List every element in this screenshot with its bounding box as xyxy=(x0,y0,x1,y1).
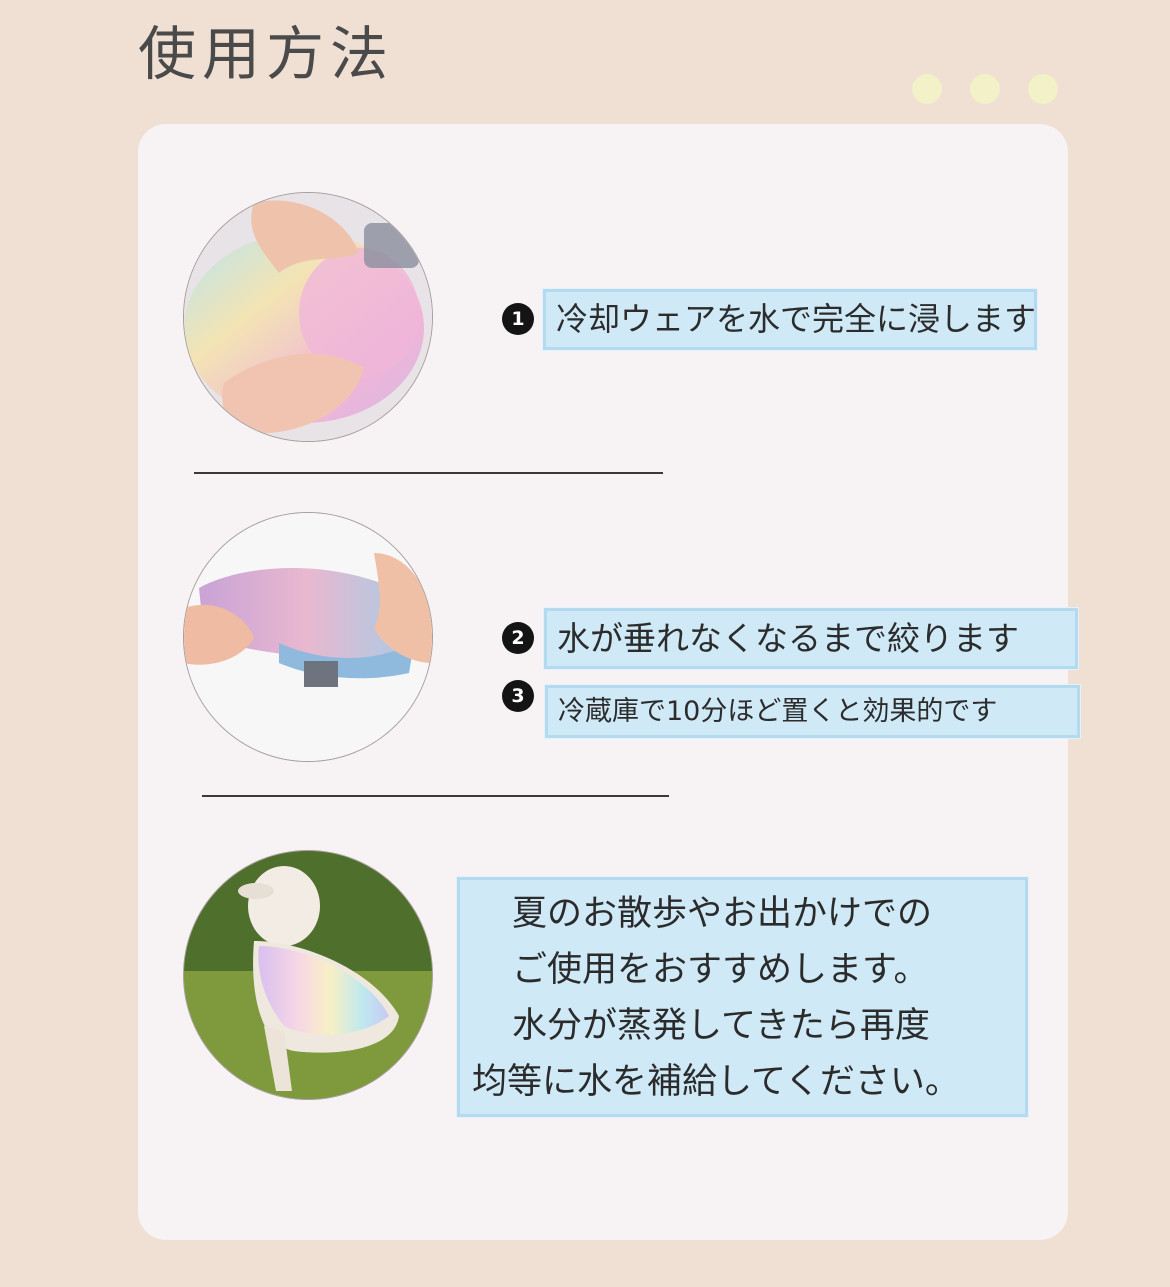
note-line: ご使用をおすすめします。 xyxy=(512,950,929,990)
usage-note-box: 夏のお散歩やお出かけでの ご使用をおすすめします。 水分が蒸発してきたら再度 均… xyxy=(457,877,1028,1117)
step-3-label: 冷蔵庫で10分ほど置くと効果的です xyxy=(545,685,1080,738)
hands-wringing-vest-photo xyxy=(183,512,433,762)
page-title: 使用方法 xyxy=(138,20,395,88)
dot-icon xyxy=(970,74,1000,104)
decorative-dots xyxy=(912,74,1062,106)
hands-soaking-vest-photo xyxy=(183,192,433,442)
step-number-badge: 3 xyxy=(502,680,534,712)
step-number-badge: 2 xyxy=(502,622,534,654)
step-text: 冷却ウェアを水で完全に浸します xyxy=(556,300,1037,338)
note-line: 均等に水を補給してください。 xyxy=(472,1062,960,1102)
dot-icon xyxy=(1028,74,1058,104)
step-number-badge: 1 xyxy=(502,303,534,335)
step-2-label: 水が垂れなくなるまで絞ります xyxy=(544,608,1078,669)
divider xyxy=(202,795,669,797)
dot-icon xyxy=(912,74,942,104)
step-text: 冷蔵庫で10分ほど置くと効果的です xyxy=(558,696,998,727)
step-text: 水が垂れなくなるまで絞ります xyxy=(557,619,1019,658)
divider xyxy=(194,472,663,474)
note-line: 夏のお散歩やお出かけでの xyxy=(512,894,933,934)
note-line: 水分が蒸発してきたら再度 xyxy=(512,1006,930,1046)
step-1-label: 冷却ウェアを水で完全に浸します xyxy=(543,289,1037,350)
dog-wearing-cooling-vest-photo xyxy=(183,850,433,1100)
